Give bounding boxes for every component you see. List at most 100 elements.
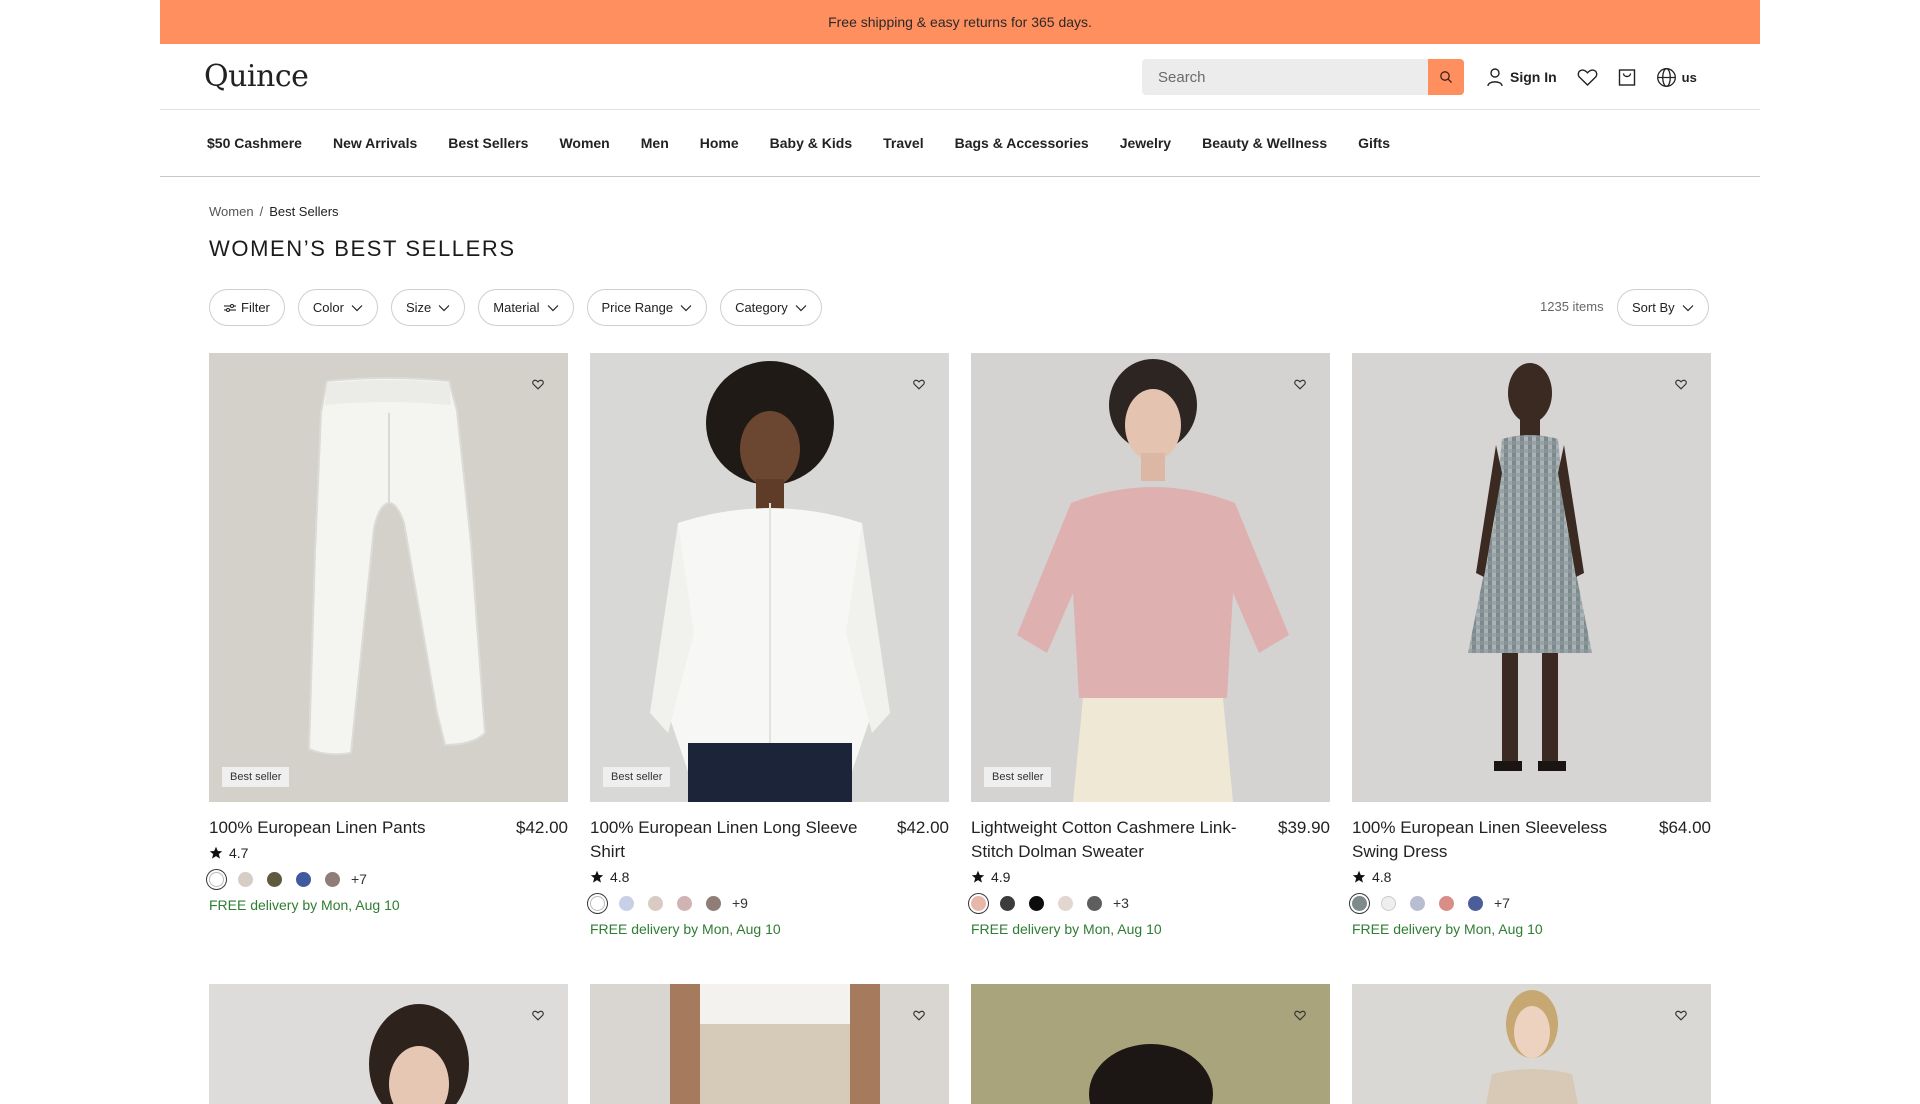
swatch-1[interactable]: [619, 895, 634, 911]
swatch-1[interactable]: [1000, 895, 1015, 911]
product-name[interactable]: 100% European Linen Long Sleeve Shirt: [590, 816, 860, 864]
swatch-4[interactable]: [1087, 895, 1102, 911]
site-header: Quince Sign In us: [160, 44, 1760, 110]
product-card[interactable]: [590, 984, 949, 1104]
more-colors[interactable]: +7: [1494, 895, 1510, 911]
heart-icon: [532, 379, 544, 390]
product-name[interactable]: Lightweight Cotton Cashmere Link-Stitch …: [971, 816, 1241, 864]
header-actions: Sign In us: [1142, 59, 1697, 95]
swatch-3[interactable]: [677, 895, 692, 911]
swatch-4[interactable]: [1468, 895, 1483, 911]
product-photo: [971, 984, 1330, 1104]
filter-label: Filter: [241, 300, 270, 315]
nav-item-cashmere[interactable]: $50 Cashmere: [207, 135, 302, 151]
sign-in-label: Sign In: [1510, 69, 1557, 85]
more-colors[interactable]: +9: [732, 895, 748, 911]
sort-dropdown[interactable]: Sort By: [1617, 289, 1709, 326]
locale-selector[interactable]: us: [1656, 67, 1697, 88]
product-card[interactable]: [971, 984, 1330, 1104]
sign-in-link[interactable]: Sign In: [1486, 67, 1557, 87]
swatch-3[interactable]: [296, 871, 311, 887]
locale-label: us: [1681, 69, 1697, 85]
nav-item-baby-kids[interactable]: Baby & Kids: [770, 135, 852, 151]
nav-item-home[interactable]: Home: [700, 135, 739, 151]
color-dropdown[interactable]: Color: [297, 289, 378, 326]
product-name[interactable]: 100% European Linen Sleeveless Swing Dre…: [1352, 816, 1622, 864]
product-card[interactable]: 100% European Linen Sleeveless Swing Dre…: [1352, 353, 1711, 937]
product-image[interactable]: [209, 984, 568, 1104]
product-image[interactable]: Best seller: [590, 353, 949, 802]
swatch-2[interactable]: [648, 895, 663, 911]
swatch-2[interactable]: [267, 871, 282, 887]
product-card[interactable]: Best seller 100% European Linen Pants $4…: [209, 353, 568, 937]
nav-item-gifts[interactable]: Gifts: [1358, 135, 1390, 151]
swatch-4[interactable]: [325, 871, 340, 887]
nav-item-men[interactable]: Men: [641, 135, 669, 151]
wishlist-toggle[interactable]: [1675, 1008, 1687, 1026]
page-title: WOMEN’S BEST SELLERS: [209, 236, 516, 261]
product-image[interactable]: [1352, 984, 1711, 1104]
nav-item-best-sellers[interactable]: Best Sellers: [448, 135, 528, 151]
wishlist-toggle[interactable]: [1294, 377, 1306, 395]
wishlist-toggle[interactable]: [1294, 1008, 1306, 1026]
more-colors[interactable]: +3: [1113, 895, 1129, 911]
swatch-0[interactable]: [1352, 895, 1367, 911]
product-card[interactable]: [1352, 984, 1711, 1104]
product-card[interactable]: [209, 984, 568, 1104]
more-colors[interactable]: +7: [351, 871, 367, 887]
product-card[interactable]: Best seller Lightweight Cotton Cashmere …: [971, 353, 1330, 937]
swatch-0[interactable]: [590, 895, 605, 911]
swatch-4[interactable]: [706, 895, 721, 911]
nav-item-new-arrivals[interactable]: New Arrivals: [333, 135, 417, 151]
product-card[interactable]: Best seller 100% European Linen Long Sle…: [590, 353, 949, 937]
nav-item-women[interactable]: Women: [559, 135, 609, 151]
heart-icon: [1577, 68, 1598, 86]
wishlist-toggle[interactable]: [913, 1008, 925, 1026]
breadcrumb-women[interactable]: Women: [209, 204, 254, 219]
quince-logo[interactable]: Quince: [204, 59, 309, 94]
product-image[interactable]: [1352, 353, 1711, 802]
filter-button[interactable]: Filter: [209, 289, 285, 326]
chevron-down-icon: [351, 304, 363, 311]
swatch-2[interactable]: [1410, 895, 1425, 911]
search-input[interactable]: [1142, 59, 1428, 95]
product-image[interactable]: Best seller: [209, 353, 568, 802]
product-header: 100% European Linen Sleeveless Swing Dre…: [1352, 816, 1711, 864]
price-range-dropdown[interactable]: Price Range: [586, 289, 708, 326]
wishlist-button[interactable]: [1577, 68, 1598, 87]
swatch-1[interactable]: [238, 871, 253, 887]
wishlist-toggle[interactable]: [532, 1008, 544, 1026]
breadcrumb: Women / Best Sellers: [209, 204, 339, 219]
cart-button[interactable]: [1618, 67, 1636, 87]
swatch-1[interactable]: [1381, 895, 1396, 911]
swatch-3[interactable]: [1439, 895, 1454, 911]
search-icon: [1440, 71, 1452, 83]
price-range-label: Price Range: [601, 300, 674, 315]
wishlist-toggle[interactable]: [1675, 377, 1687, 395]
product-header: 100% European Linen Long Sleeve Shirt $4…: [590, 816, 949, 864]
nav-item-bags-accessories[interactable]: Bags & Accessories: [955, 135, 1089, 151]
size-dropdown[interactable]: Size: [390, 289, 466, 326]
category-dropdown[interactable]: Category: [720, 289, 822, 326]
swing-dress-photo: [1352, 353, 1711, 802]
wishlist-toggle[interactable]: [913, 377, 925, 395]
linen-shirt-photo: [590, 353, 949, 802]
swatch-0[interactable]: [971, 895, 986, 911]
search-button[interactable]: [1428, 59, 1464, 95]
product-image[interactable]: [971, 984, 1330, 1104]
product-image[interactable]: Best seller: [971, 353, 1330, 802]
material-dropdown[interactable]: Material: [478, 289, 574, 326]
swatch-0[interactable]: [209, 871, 224, 887]
swatch-3[interactable]: [1058, 895, 1073, 911]
product-image[interactable]: [590, 984, 949, 1104]
swatch-2[interactable]: [1029, 895, 1044, 911]
product-name[interactable]: 100% European Linen Pants: [209, 816, 479, 840]
star-icon: [971, 870, 985, 883]
sliders-icon: [224, 303, 236, 312]
delivery-text: FREE delivery by Mon, Aug 10: [209, 897, 400, 913]
wishlist-toggle[interactable]: [532, 377, 544, 395]
nav-item-beauty-wellness[interactable]: Beauty & Wellness: [1202, 135, 1327, 151]
nav-item-jewelry[interactable]: Jewelry: [1120, 135, 1171, 151]
product-grid: Best seller 100% European Linen Pants $4…: [209, 353, 1711, 937]
nav-item-travel[interactable]: Travel: [883, 135, 923, 151]
